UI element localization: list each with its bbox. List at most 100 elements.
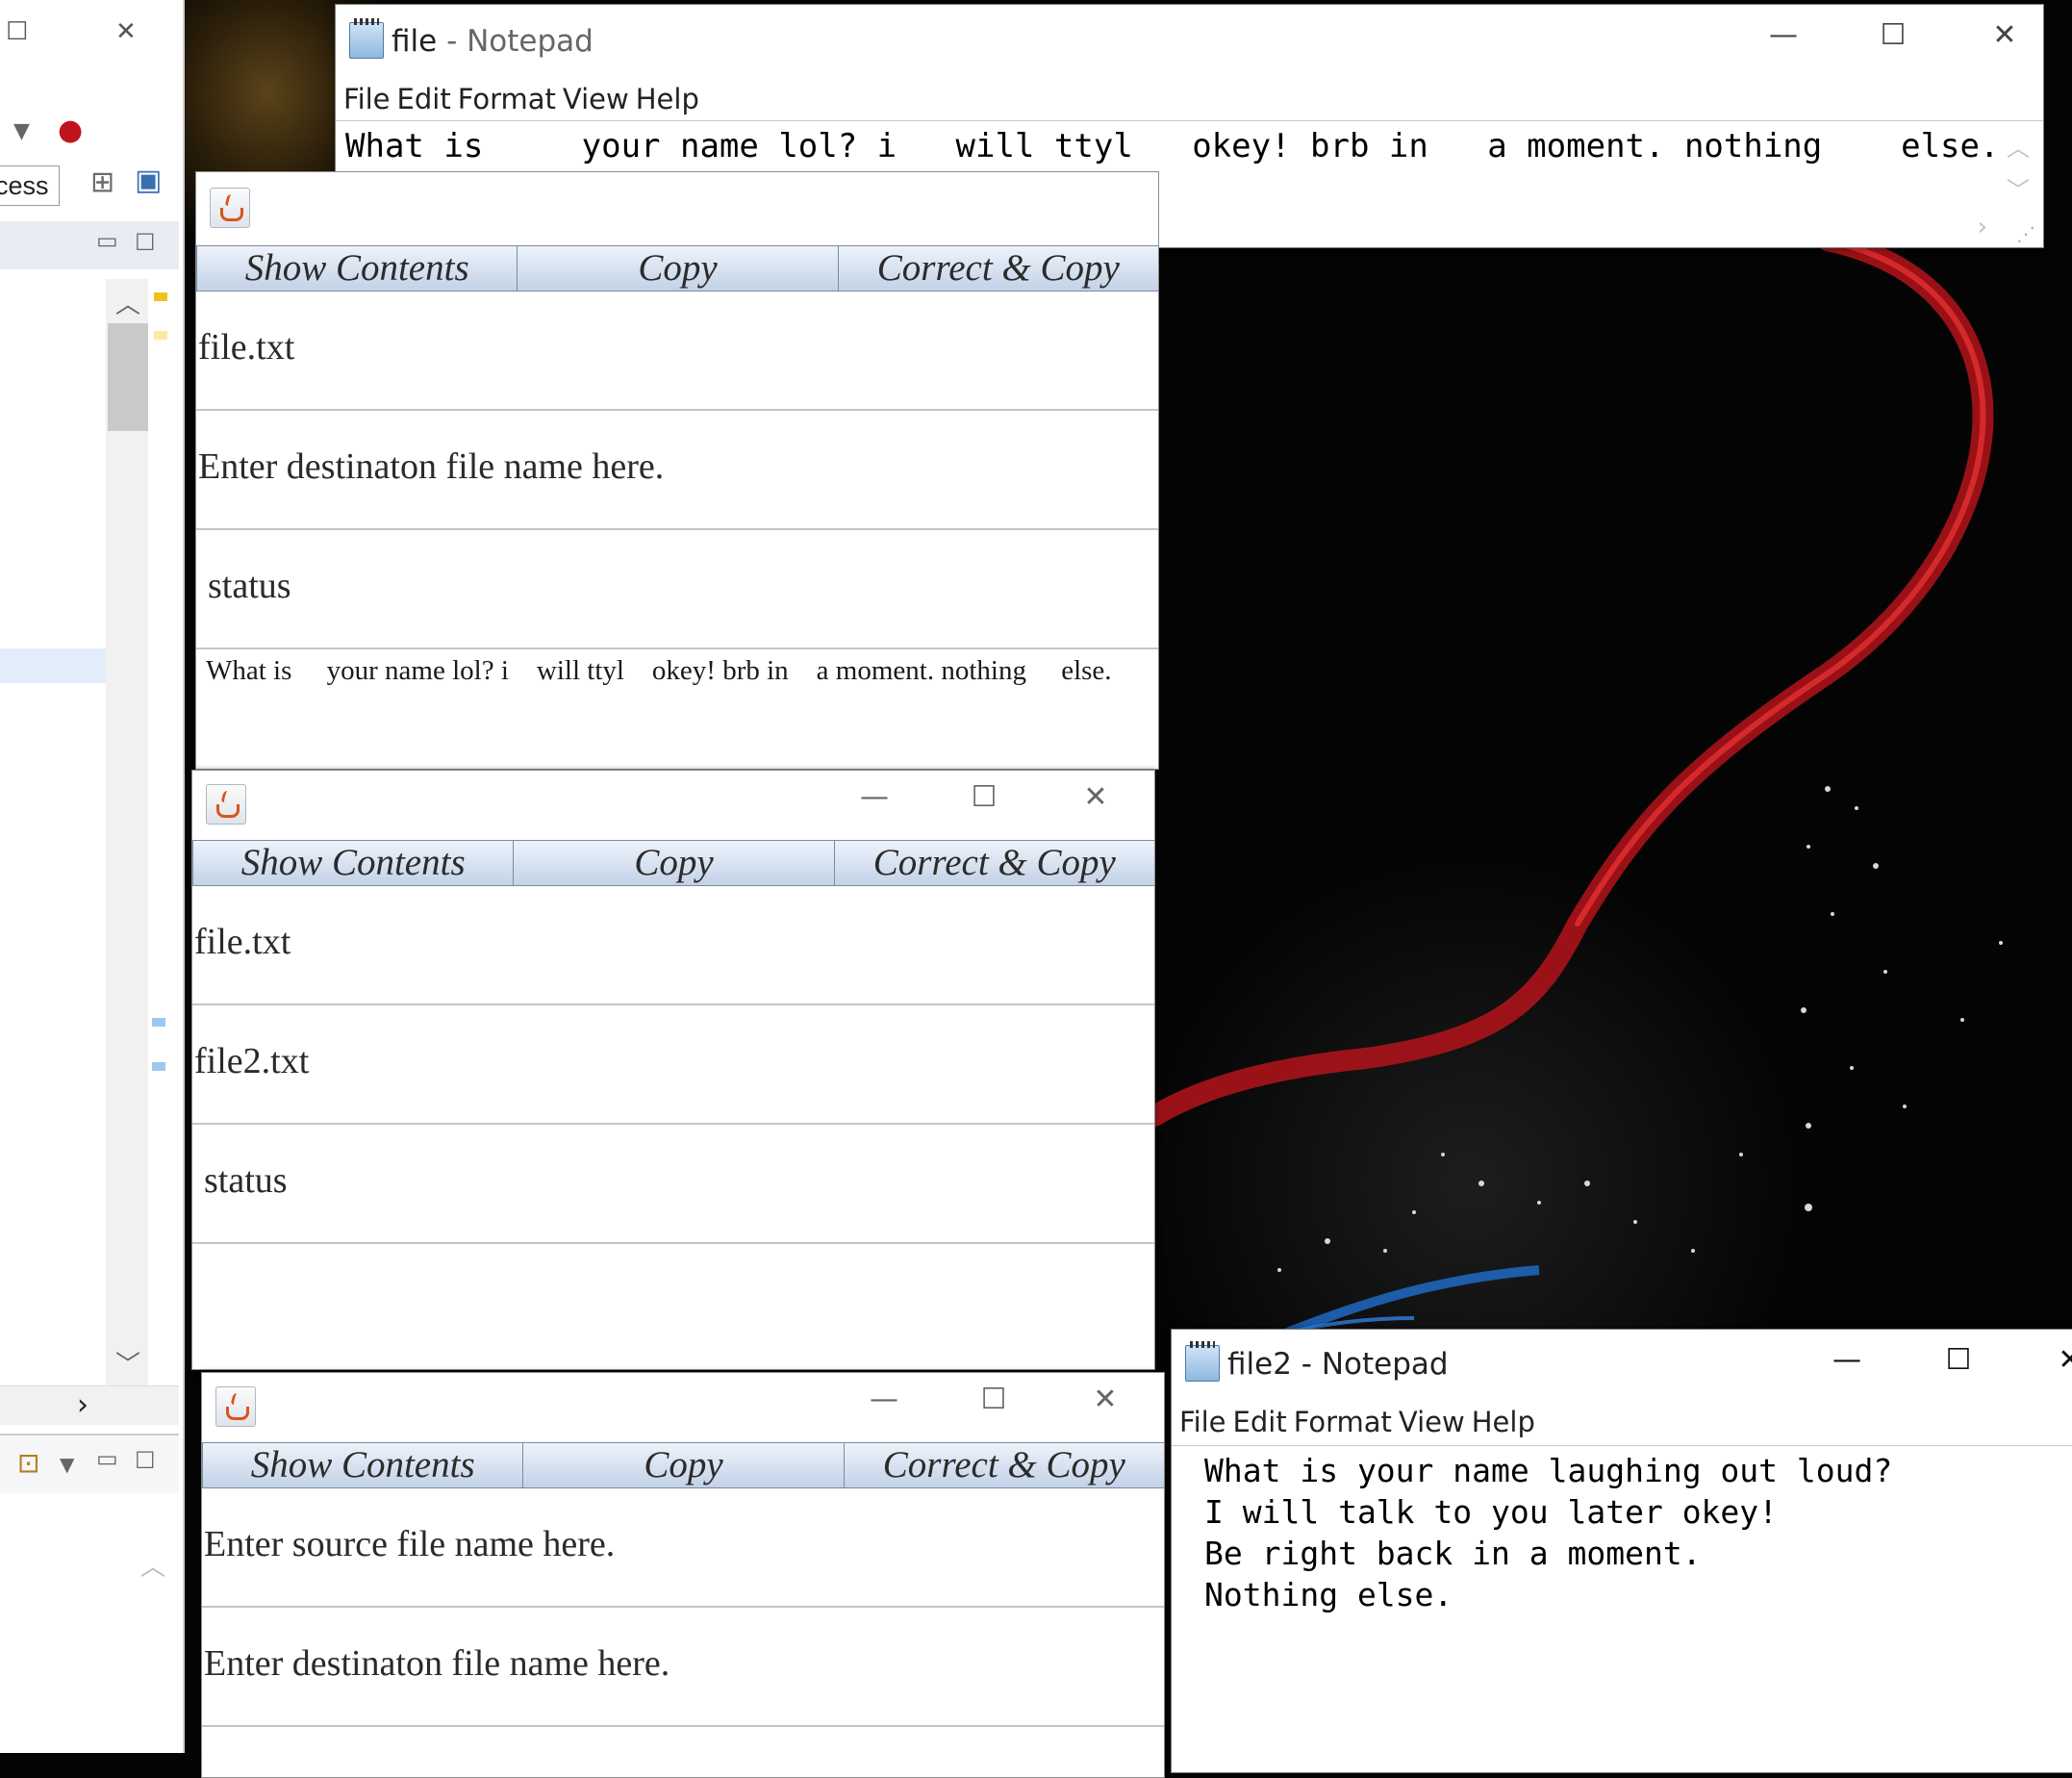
maximize-button[interactable]: ☐: [970, 1383, 1018, 1416]
source-file-field[interactable]: Enter source file name here.: [202, 1488, 1164, 1608]
scrollbar-thumb[interactable]: [108, 323, 148, 431]
correct-and-copy-button[interactable]: Correct & Copy: [837, 245, 1158, 292]
maximize-button[interactable]: ☐: [960, 780, 1008, 814]
title-bar[interactable]: file2 - Notepad — ☐ ✕: [1172, 1330, 2072, 1399]
title-bar[interactable]: — ☐ ✕: [202, 1373, 1164, 1438]
close-button[interactable]: ✕: [1081, 1383, 1129, 1416]
ide-maximize-icon[interactable]: ☐: [6, 17, 28, 46]
debug-bug-icon[interactable]: ●: [58, 114, 83, 147]
resize-grip-icon[interactable]: ⋰: [2016, 222, 2035, 245]
quick-access-field[interactable]: cess: [0, 165, 60, 206]
editor-line: I will talk to you later okey!: [1204, 1493, 1779, 1531]
close-button[interactable]: ✕: [1976, 18, 2034, 52]
selected-tree-row[interactable]: [0, 648, 106, 683]
scroll-down-icon[interactable]: ﹀: [115, 1345, 140, 1381]
dropdown-arrow-icon[interactable]: ▼: [13, 119, 30, 143]
source-file-field[interactable]: file.txt: [196, 292, 1158, 411]
editor-line: Nothing else.: [1204, 1576, 1453, 1613]
new-item-icon[interactable]: ⊡: [17, 1447, 39, 1479]
java-perspective-icon[interactable]: ▣: [135, 164, 162, 197]
status-text: status: [208, 566, 291, 606]
copy-button[interactable]: Copy: [513, 840, 835, 886]
overview-marker[interactable]: [154, 331, 167, 340]
copy-button[interactable]: Copy: [522, 1442, 845, 1488]
source-file-value: file.txt: [198, 327, 295, 368]
java-window-2: — ☐ ✕ Show Contents Copy Correct & Copy …: [191, 770, 1155, 1370]
maximize-view-icon[interactable]: ☐: [135, 1447, 156, 1474]
menu-edit[interactable]: Edit: [1233, 1401, 1287, 1443]
notepad-icon: [1185, 1341, 1220, 1382]
minimize-view-icon[interactable]: ▭: [96, 227, 118, 254]
ide-side-panel: ☐ ✕ ▼ ● cess ⊞ ▣ ▭ ☐ ︿ ﹀ › ⊡ ▼ ▭ ☐ ︿: [0, 0, 185, 1753]
minimize-button[interactable]: —: [1755, 18, 1812, 52]
scroll-down-icon[interactable]: ﹀: [2007, 171, 2030, 205]
correct-and-copy-button[interactable]: Correct & Copy: [833, 840, 1154, 886]
title-bar[interactable]: — ☐ ✕: [192, 771, 1154, 836]
scroll-right-icon[interactable]: ›: [1978, 213, 1987, 241]
show-contents-button[interactable]: Show Contents: [192, 840, 515, 886]
destination-file-field[interactable]: Enter destinaton file name here.: [196, 411, 1158, 530]
maximize-button[interactable]: ☐: [1930, 1343, 1987, 1377]
menu-file[interactable]: File: [343, 78, 391, 120]
correct-and-copy-button[interactable]: Correct & Copy: [843, 1442, 1164, 1488]
open-perspective-icon[interactable]: ⊞: [90, 165, 114, 199]
destination-file-field[interactable]: file2.txt: [192, 1005, 1154, 1125]
menu-format[interactable]: Format: [458, 78, 556, 120]
menu-view[interactable]: View: [563, 78, 629, 120]
view-header: ▭ ☐: [0, 221, 179, 269]
output-text: What is your name lol? i will ttyl okey!…: [206, 655, 1112, 686]
minimize-button[interactable]: —: [1818, 1343, 1876, 1377]
menu-edit[interactable]: Edit: [397, 78, 451, 120]
java-icon: [215, 1386, 256, 1427]
close-button[interactable]: ✕: [2041, 1343, 2072, 1377]
scroll-up-icon[interactable]: ︿: [140, 1547, 165, 1583]
view-menu-icon[interactable]: ▼: [60, 1453, 74, 1476]
button-row: Show Contents Copy Correct & Copy: [202, 1442, 1164, 1488]
java-window-3: — ☐ ✕ Show Contents Copy Correct & Copy …: [201, 1372, 1165, 1778]
minimize-button[interactable]: —: [850, 780, 898, 814]
vertical-scrollbar[interactable]: [106, 279, 148, 1385]
overview-marker[interactable]: [154, 292, 167, 301]
maximize-view-icon[interactable]: ☐: [135, 229, 156, 256]
text-editor[interactable]: What is your name laughing out loud? I w…: [1172, 1445, 2072, 1772]
ide-close-icon[interactable]: ✕: [115, 17, 137, 46]
editor-text: What is your name lol? i will ttyl okey!…: [345, 127, 2000, 165]
scroll-right-icon[interactable]: ›: [77, 1388, 88, 1422]
notepad-window-file2: file2 - Notepad — ☐ ✕ File Edit Format View…: [1171, 1329, 2072, 1773]
window-title: file2 - Notepad: [1227, 1347, 1449, 1382]
title-bar[interactable]: file - Notepad — ☐ ✕: [336, 5, 2043, 78]
destination-file-value: Enter destinaton file name here.: [198, 446, 665, 487]
editor-line: What is your name laughing out loud?: [1204, 1452, 1893, 1489]
close-button[interactable]: ✕: [1072, 780, 1120, 814]
editor-line: Be right back in a moment.: [1204, 1535, 1702, 1572]
output-text-area[interactable]: What is your name lol? i will ttyl okey!…: [196, 649, 1158, 769]
source-file-field[interactable]: file.txt: [192, 886, 1154, 1005]
destination-file-value: file2.txt: [194, 1041, 310, 1081]
minimize-button[interactable]: —: [860, 1383, 908, 1416]
status-field: status: [192, 1125, 1154, 1244]
quick-access-text: cess: [0, 171, 49, 200]
menu-bar: File Edit Format View Help: [336, 78, 2043, 120]
maximize-button[interactable]: ☐: [1864, 18, 1922, 52]
minimize-view-icon[interactable]: ▭: [96, 1445, 118, 1472]
button-row: Show Contents Copy Correct & Copy: [192, 840, 1154, 886]
copy-button[interactable]: Copy: [517, 245, 839, 292]
scroll-up-icon[interactable]: ︿: [2007, 129, 2030, 163]
menu-help[interactable]: Help: [636, 78, 699, 120]
overview-marker[interactable]: [152, 1062, 165, 1071]
menu-view[interactable]: View: [1399, 1401, 1465, 1443]
menu-format[interactable]: Format: [1294, 1401, 1392, 1443]
scroll-up-icon[interactable]: ︿: [115, 285, 140, 320]
menu-help[interactable]: Help: [1472, 1401, 1535, 1443]
overview-marker[interactable]: [152, 1018, 165, 1027]
destination-file-field[interactable]: Enter destinaton file name here.: [202, 1608, 1164, 1727]
button-row: Show Contents Copy Correct & Copy: [196, 245, 1158, 292]
horizontal-scrollbar[interactable]: ›: [0, 1385, 179, 1425]
bottom-view-header: ⊡ ▼ ▭ ☐: [0, 1434, 179, 1493]
menu-file[interactable]: File: [1179, 1401, 1226, 1443]
title-bar[interactable]: [196, 172, 1158, 245]
show-contents-button[interactable]: Show Contents: [196, 245, 518, 292]
window-title: file - Notepad: [392, 24, 594, 59]
output-text-area[interactable]: [192, 1244, 1154, 1369]
show-contents-button[interactable]: Show Contents: [202, 1442, 524, 1488]
